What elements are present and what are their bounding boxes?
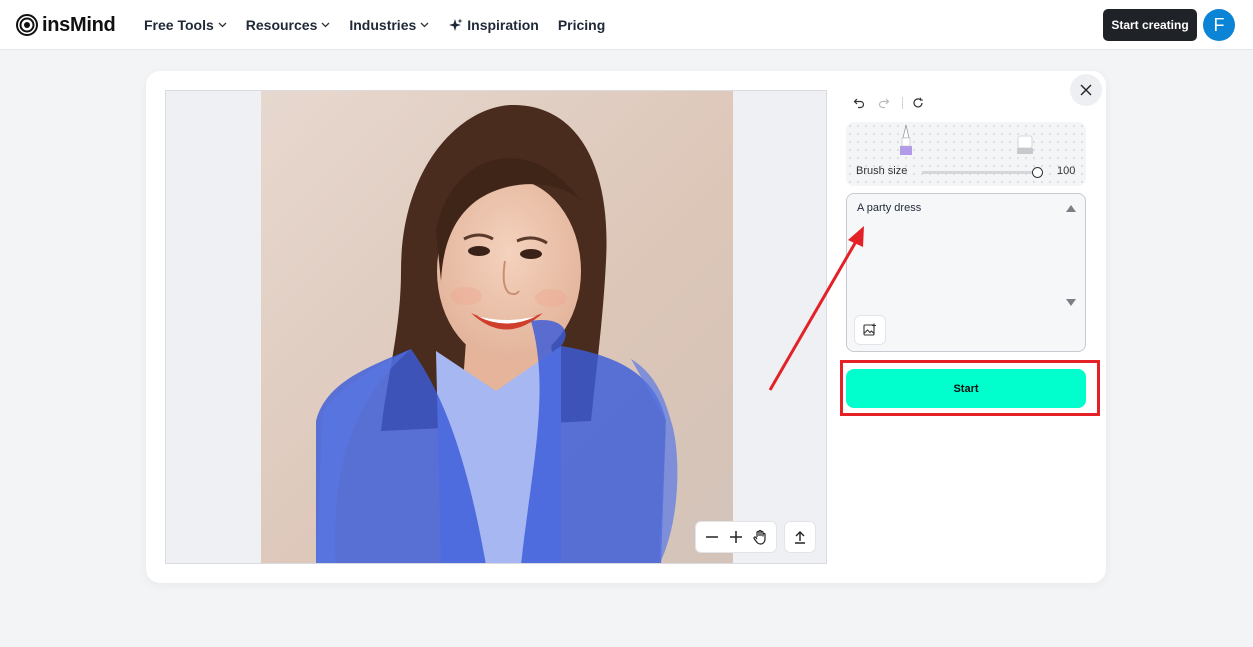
nav-resources[interactable]: Resources — [246, 17, 331, 33]
sparkle-icon — [449, 18, 463, 31]
hand-icon[interactable] — [750, 527, 770, 547]
image-plus-icon — [863, 323, 876, 336]
brush-size-slider-thumb[interactable] — [1032, 167, 1043, 178]
chevron-down-icon — [321, 22, 330, 28]
zoom-out-icon[interactable] — [702, 527, 722, 547]
brush-size-slider[interactable] — [922, 171, 1038, 174]
scroll-up-icon[interactable] — [1066, 205, 1076, 212]
upload-button[interactable] — [784, 521, 816, 553]
add-reference-image-button[interactable] — [854, 315, 886, 345]
nav-label: Pricing — [557, 17, 606, 33]
nav-label: Free Tools — [144, 17, 214, 33]
zoom-controls — [695, 521, 777, 553]
user-avatar[interactable]: F — [1203, 9, 1235, 41]
chevron-down-icon — [420, 22, 429, 28]
scroll-down-icon[interactable] — [1066, 299, 1076, 306]
nav-label: Resources — [245, 17, 318, 33]
chevron-down-icon — [218, 22, 227, 28]
nav-pricing[interactable]: Pricing — [558, 17, 605, 33]
brand-name: insMind — [42, 13, 116, 36]
eraser-icon[interactable] — [1014, 134, 1036, 156]
logo-icon — [16, 14, 38, 36]
start-button[interactable]: Start — [846, 369, 1086, 408]
nav-label: Industries — [349, 17, 417, 33]
close-button[interactable] — [1070, 74, 1102, 106]
reset-icon[interactable] — [911, 96, 925, 110]
redo-icon[interactable] — [877, 96, 891, 110]
nav-inspiration[interactable]: Inspiration — [448, 17, 539, 33]
top-navigation: insMind Free Tools Resources Industries … — [0, 0, 1253, 50]
portrait-photo — [261, 91, 733, 563]
main-nav: Free Tools Resources Industries Inspirat… — [144, 0, 624, 50]
upload-icon — [795, 531, 805, 544]
brush-size-value: 100 — [1057, 165, 1076, 177]
nav-industries[interactable]: Industries — [349, 17, 429, 33]
undo-icon[interactable] — [852, 96, 866, 110]
start-creating-button[interactable]: Start creating — [1103, 9, 1197, 41]
zoom-in-icon[interactable] — [726, 527, 746, 547]
close-icon — [1080, 84, 1092, 96]
brand-logo[interactable]: insMind — [16, 12, 116, 38]
brush-icon[interactable] — [898, 124, 914, 156]
prompt-text: A party dress — [857, 202, 922, 214]
image-canvas[interactable] — [165, 90, 827, 564]
brush-size-label: Brush size — [856, 165, 908, 177]
nav-label: Inspiration — [467, 17, 539, 33]
toolbar-divider — [902, 97, 903, 109]
history-toolbar — [852, 95, 936, 111]
nav-free-tools[interactable]: Free Tools — [144, 17, 227, 33]
